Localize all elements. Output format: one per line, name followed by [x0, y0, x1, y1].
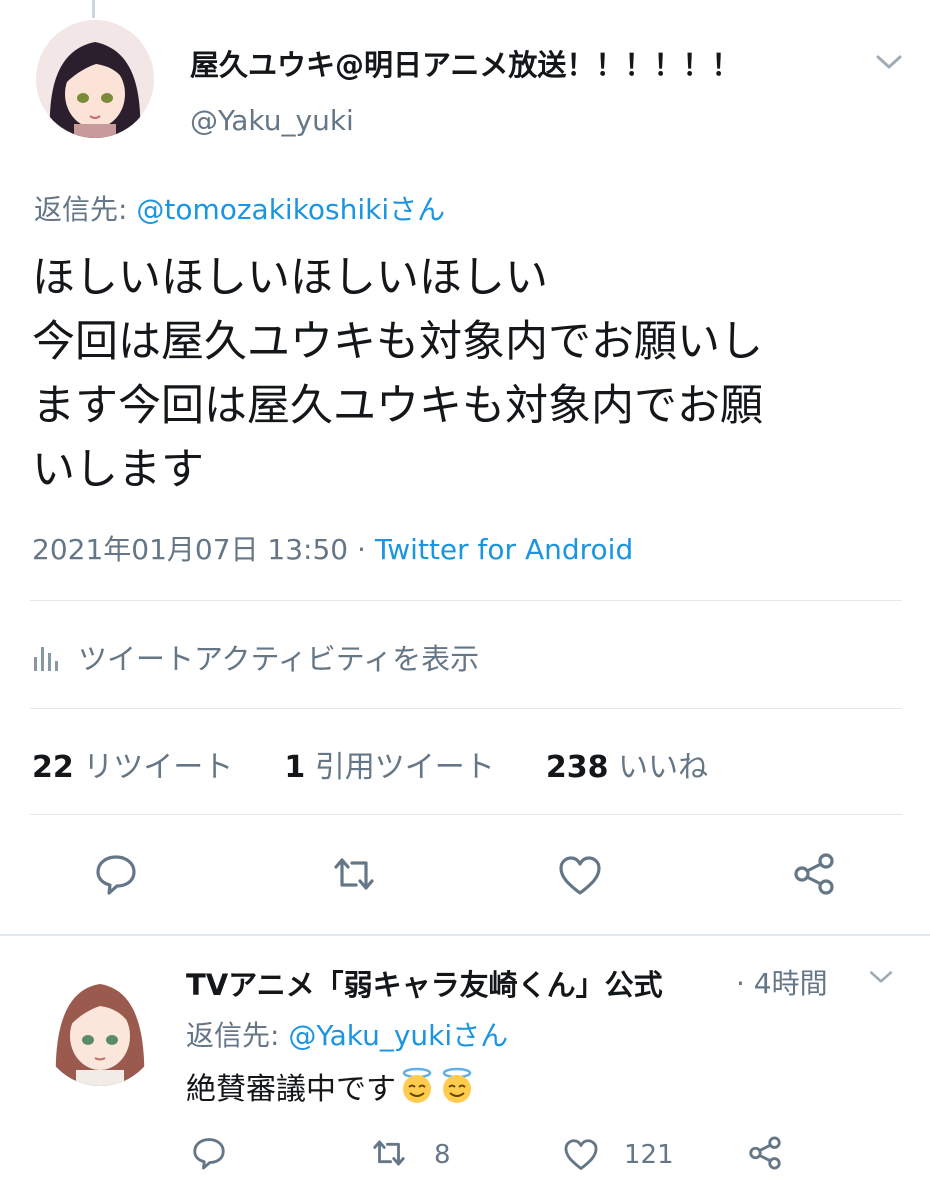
reply-tweet-body: 絶賛審議中です — [186, 1072, 396, 1107]
reply-author-avatar[interactable] — [40, 966, 160, 1086]
like-icon[interactable] — [556, 852, 604, 900]
author-avatar[interactable] — [36, 20, 154, 138]
divider — [30, 708, 902, 709]
reply-tweet-text: 絶賛審議中です — [186, 1064, 476, 1108]
reply-icon[interactable] — [92, 850, 140, 898]
smiling-face-with-halo-icon — [442, 1067, 472, 1103]
reply-to-label: 返信先: — [186, 1019, 289, 1052]
reply-like-count[interactable]: 121 — [624, 1140, 674, 1170]
retweet-count-label[interactable]: リツイート — [83, 750, 233, 785]
reply-author-display-name[interactable]: TVアニメ「弱キャラ友崎くん」公式 — [186, 962, 716, 1004]
tweet-timestamp[interactable]: 2021年01月07日 13:50 — [32, 533, 348, 566]
retweet-count[interactable]: 22 — [32, 750, 74, 785]
reply-timestamp[interactable]: · 4時間 — [736, 962, 828, 1002]
reply-to-mention-link[interactable]: @Yaku_yukiさん — [288, 1019, 508, 1052]
like-count[interactable]: 238 — [546, 750, 609, 785]
share-icon[interactable] — [790, 850, 838, 898]
tweet-activity-label: ツイートアクティビティを表示 — [78, 642, 480, 676]
smiling-face-with-halo-icon — [402, 1067, 432, 1103]
reply-retweet-count[interactable]: 8 — [434, 1140, 451, 1170]
thread-connector-line — [92, 0, 95, 18]
reply-to-label: 返信先: — [34, 193, 137, 226]
tweet-activity-link[interactable]: ツイートアクティビティを表示 — [32, 636, 479, 678]
tweet-source-link[interactable]: Twitter for Android — [375, 533, 633, 566]
chevron-down-icon[interactable] — [866, 968, 896, 986]
quote-count-label[interactable]: 引用ツイート — [315, 750, 495, 785]
divider — [30, 814, 902, 815]
chevron-down-icon[interactable] — [872, 52, 906, 72]
like-icon[interactable] — [562, 1136, 600, 1174]
bar-chart-icon — [34, 647, 58, 671]
retweet-icon[interactable] — [330, 850, 378, 898]
author-handle[interactable]: @Yaku_yuki — [190, 104, 354, 137]
tweet-separator — [0, 934, 930, 936]
tweet-text: ほしいほしいほしいほしい 今回は屋久ユウキも対象内でお願いし ます今回は屋久ユウ… — [32, 253, 763, 495]
reply-reply-to-line: 返信先: @Yaku_yukiさん — [186, 1014, 508, 1054]
reply-icon[interactable] — [190, 1134, 228, 1172]
reply-to-mention-link[interactable]: @tomozakikoshikiさん — [136, 193, 445, 226]
share-icon[interactable] — [746, 1134, 784, 1172]
divider — [30, 600, 902, 601]
engagement-stats: 22 リツイート 1 引用ツイート 238 いいね — [32, 742, 708, 786]
author-display-name[interactable]: 屋久ユウキ@明日アニメ放送！！！！！！ — [190, 42, 850, 84]
tweet-meta: 2021年01月07日 13:50 · Twitter for Android — [32, 528, 633, 568]
reply-to-line: 返信先: @tomozakikoshikiさん — [34, 188, 445, 228]
meta-separator: · — [348, 533, 375, 566]
retweet-icon[interactable] — [370, 1134, 408, 1172]
like-count-label[interactable]: いいね — [618, 750, 708, 785]
quote-count[interactable]: 1 — [284, 750, 305, 785]
